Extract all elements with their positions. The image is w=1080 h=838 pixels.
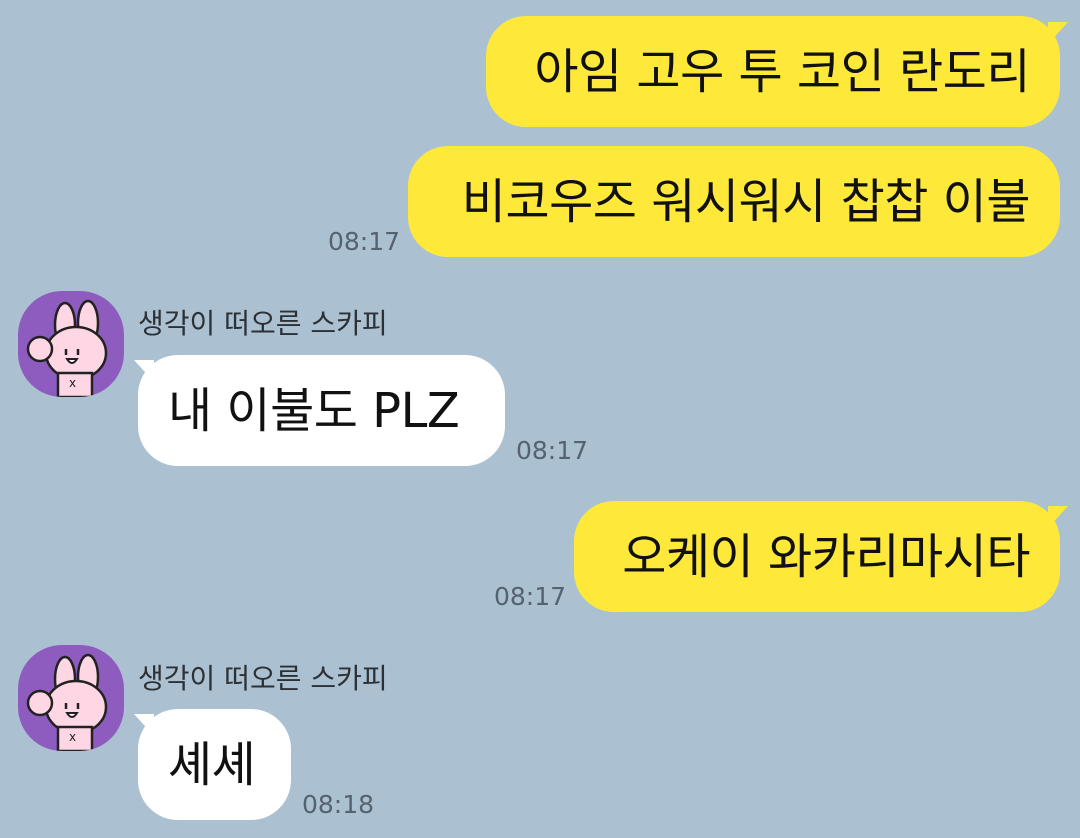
my-message-bubble[interactable]: 아임 고우 투 코인 란도리 [486,16,1060,127]
sender-avatar[interactable]: x [18,291,124,397]
message-text: 내 이불도 PLZ [168,382,460,439]
svg-text:x: x [69,376,76,390]
pink-rabbit-icon: x [26,299,108,397]
message-text: 오케이 와카리마시타 [622,528,1030,585]
sender-avatar[interactable]: x [18,645,124,751]
pink-rabbit-icon: x [26,653,108,751]
message-text: 아임 고우 투 코인 란도리 [534,43,1030,100]
message-text: 비코우즈 워시워시 찹찹 이불 [461,173,1031,230]
sender-name: 생각이 떠오른 스카피 [138,662,388,695]
message-time: 08:17 [328,227,401,256]
bubble-tail [1048,506,1068,528]
chat-room: 아임 고우 투 코인 란도리 비코우즈 워시워시 찹찹 이불 08:17 x 생… [0,0,1080,838]
my-message-bubble[interactable]: 비코우즈 워시워시 찹찹 이불 [408,146,1060,257]
their-message-bubble[interactable]: 셰셰 [138,709,291,820]
message-text: 셰셰 [168,736,256,793]
message-time: 08:17 [494,582,567,611]
bubble-tail [1048,22,1068,44]
svg-text:x: x [69,730,76,744]
message-time: 08:17 [516,436,589,465]
their-message-bubble[interactable]: 내 이불도 PLZ [138,355,505,466]
message-time: 08:18 [302,790,375,819]
sender-name: 생각이 떠오른 스카피 [138,307,388,340]
my-message-bubble[interactable]: 오케이 와카리마시타 [574,501,1060,612]
